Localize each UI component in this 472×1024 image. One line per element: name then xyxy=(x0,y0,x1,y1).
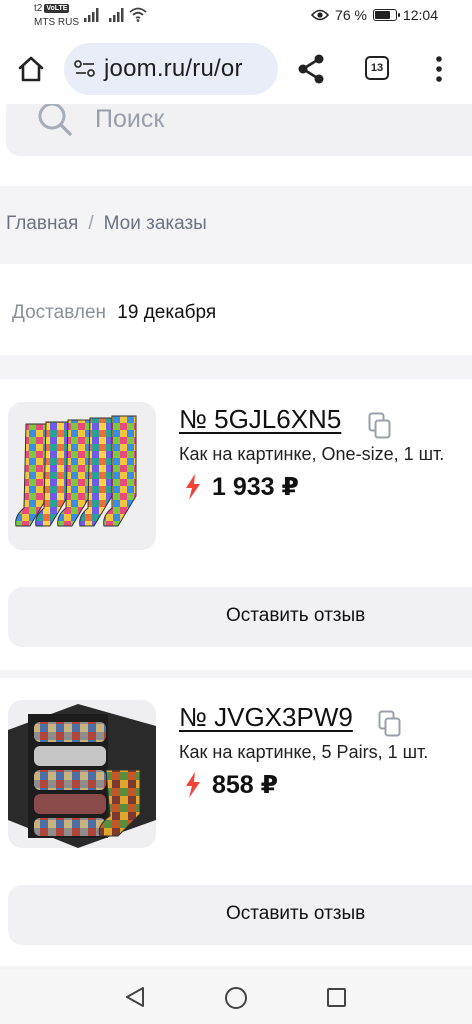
browser-toolbar: joom.ru/ru/or 13 xyxy=(0,34,472,104)
more-icon[interactable] xyxy=(432,54,446,84)
order-price: 858 ₽ xyxy=(184,770,278,800)
system-navigation-bar xyxy=(0,970,472,1024)
delivery-date: 19 декабря xyxy=(117,302,217,323)
back-icon[interactable] xyxy=(124,986,146,1008)
home-icon[interactable] xyxy=(16,54,46,84)
signal-icon-2 xyxy=(109,8,124,22)
lightning-icon xyxy=(186,772,200,798)
breadcrumb: Главная / Мои заказы xyxy=(6,213,207,235)
url-text: joom.ru/ru/or xyxy=(104,55,243,82)
signal-icon xyxy=(84,8,99,22)
site-settings-icon[interactable] xyxy=(74,59,96,79)
volte-badge: VoLTE xyxy=(44,4,70,13)
copy-icon[interactable] xyxy=(378,710,402,738)
review-button-label: Оставить отзыв xyxy=(226,605,366,626)
recent-apps-icon[interactable] xyxy=(327,988,346,1007)
lightning-icon xyxy=(186,474,200,500)
order-price: 1 933 ₽ xyxy=(184,472,299,502)
section-divider xyxy=(0,670,472,678)
order-number-link[interactable]: № 5GJL6XN5 xyxy=(179,404,341,435)
product-image-socks-box[interactable] xyxy=(8,700,156,848)
battery-icon xyxy=(372,9,400,21)
breadcrumb-current[interactable]: Мои заказы xyxy=(104,213,207,234)
network-info: t2 VoLTE MTS RUS xyxy=(34,3,79,28)
page-content: Поиск Главная / Мои заказы Доставлен 19 де… xyxy=(0,104,472,970)
copy-icon[interactable] xyxy=(368,412,392,440)
product-image-colorful-socks[interactable] xyxy=(8,402,156,550)
review-button-label: Оставить отзыв xyxy=(226,903,366,924)
leave-review-button[interactable]: Оставить отзыв xyxy=(8,885,472,945)
carrier-name: MTS RUS xyxy=(34,17,79,28)
address-bar[interactable]: joom.ru/ru/or xyxy=(64,43,278,95)
leave-review-button[interactable]: Оставить отзыв xyxy=(8,587,472,647)
order-description: Как на картинке, One-size, 1 шт. xyxy=(179,444,445,464)
section-divider xyxy=(0,355,472,379)
breadcrumb-home-link[interactable]: Главная xyxy=(6,213,78,234)
price-value: 858 ₽ xyxy=(212,771,279,799)
delivery-label: Доставлен xyxy=(12,302,107,323)
eye-icon xyxy=(311,9,330,21)
order-description: Как на картинке, 5 Pairs, 1 шт. xyxy=(179,742,429,762)
search-bar[interactable]: Поиск xyxy=(6,104,472,156)
network-type: t2 xyxy=(34,3,43,14)
wifi-icon xyxy=(129,7,147,22)
battery-fill xyxy=(374,11,390,19)
delivery-status: Доставлен 19 декабря xyxy=(12,302,216,324)
breadcrumb-separator: / xyxy=(88,213,94,234)
clock: 12:04 xyxy=(402,7,438,23)
battery-percent: 76 % xyxy=(335,7,367,23)
tabs-button[interactable]: 13 xyxy=(365,56,389,80)
nav-home-icon[interactable] xyxy=(225,987,247,1009)
status-bar: t2 VoLTE MTS RUS 76 % 12:04 xyxy=(0,0,472,34)
share-icon[interactable] xyxy=(296,53,328,85)
search-placeholder: Поиск xyxy=(95,105,165,133)
order-number-link[interactable]: № JVGX3PW9 xyxy=(179,702,353,733)
breadcrumb-band: Главная / Мои заказы xyxy=(0,186,472,264)
search-icon xyxy=(38,104,72,136)
price-value: 1 933 ₽ xyxy=(212,473,299,501)
